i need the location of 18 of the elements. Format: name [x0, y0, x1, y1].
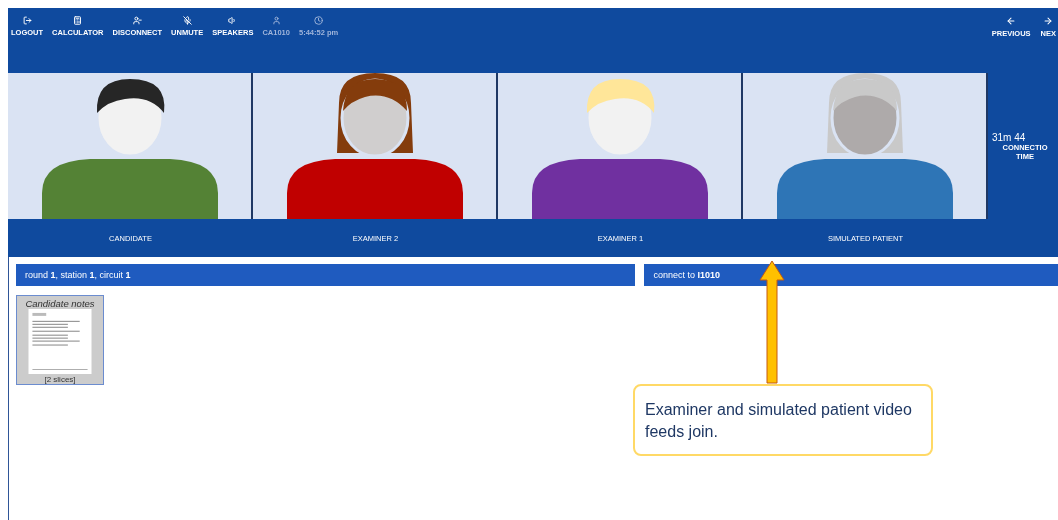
notes-card[interactable]: Candidate notes [2 slices] [16, 295, 104, 385]
document-thumbnail-drawing [28, 309, 92, 374]
speaker-icon [228, 16, 238, 25]
notes-title: Candidate notes [25, 298, 95, 309]
user-minus-icon [132, 16, 142, 25]
up-arrow-icon [759, 260, 785, 384]
logout-icon [22, 16, 32, 25]
connection-time: 31m 44 [992, 131, 1026, 143]
info-bar: round 1, station 1, circuit 1 [16, 264, 636, 286]
notes-caption: [2 slices] [44, 375, 76, 384]
user-icon [271, 16, 281, 25]
info-bar: connect to I1010 [644, 264, 1058, 286]
calculator-icon [73, 16, 83, 25]
clock-icon [314, 16, 324, 25]
callout-text: Examiner and simulated patient video feeds join. [633, 384, 933, 456]
arrow-icon [1043, 16, 1054, 26]
mic-off-icon [182, 16, 192, 25]
arrow-icon [1006, 16, 1017, 26]
